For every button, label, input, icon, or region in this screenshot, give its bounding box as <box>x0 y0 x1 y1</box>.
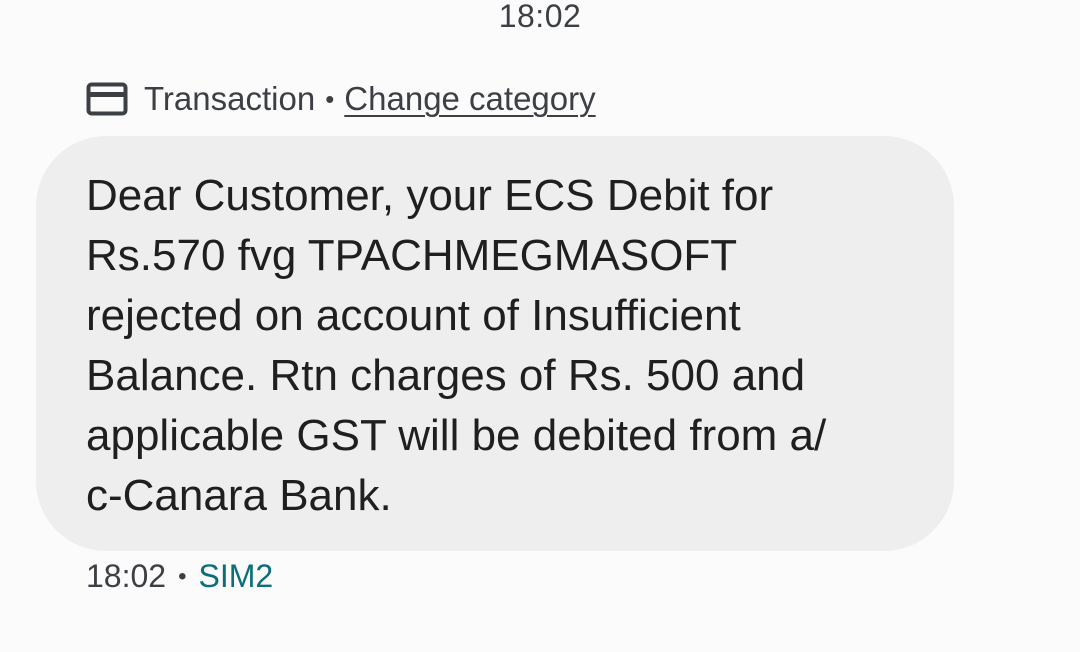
category-separator: • <box>325 83 335 114</box>
message-line: rejected on account of Insufficient <box>86 291 741 340</box>
credit-card-icon <box>86 82 128 116</box>
message-timestamp: 18:02 <box>86 558 167 594</box>
message-line: Balance. Rtn charges of Rs. 500 and <box>86 351 806 400</box>
category-row: Transaction • Change category <box>86 80 596 118</box>
message-line: Dear Customer, your ECS Debit for <box>86 171 774 220</box>
message-bubble[interactable]: Dear Customer, your ECS Debit for Rs.570… <box>36 136 954 551</box>
message-line: Rs.570 fvg TPACHMEGMASOFT <box>86 231 738 280</box>
message-meta: 18:02 • SIM2 <box>86 558 273 595</box>
sim-label: SIM2 <box>198 558 274 594</box>
category-label: Transaction <box>144 80 316 117</box>
message-date-header: 18:02 <box>498 0 582 34</box>
message-line: c-Canara Bank. <box>86 471 392 520</box>
message-line: applicable GST will be debited from a/ <box>86 411 827 460</box>
change-category-link[interactable]: Change category <box>344 80 595 118</box>
meta-separator: • <box>178 562 187 590</box>
